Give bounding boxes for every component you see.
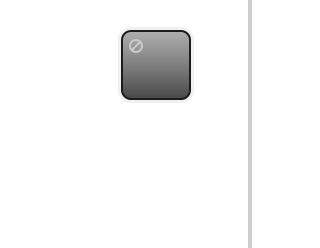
workspace xyxy=(0,0,256,248)
vertical-scrollbar[interactable] xyxy=(248,0,256,248)
scrollbar-thumb[interactable] xyxy=(248,0,252,248)
prohibited-icon xyxy=(128,38,144,54)
disabled-tile-button[interactable] xyxy=(121,30,191,100)
